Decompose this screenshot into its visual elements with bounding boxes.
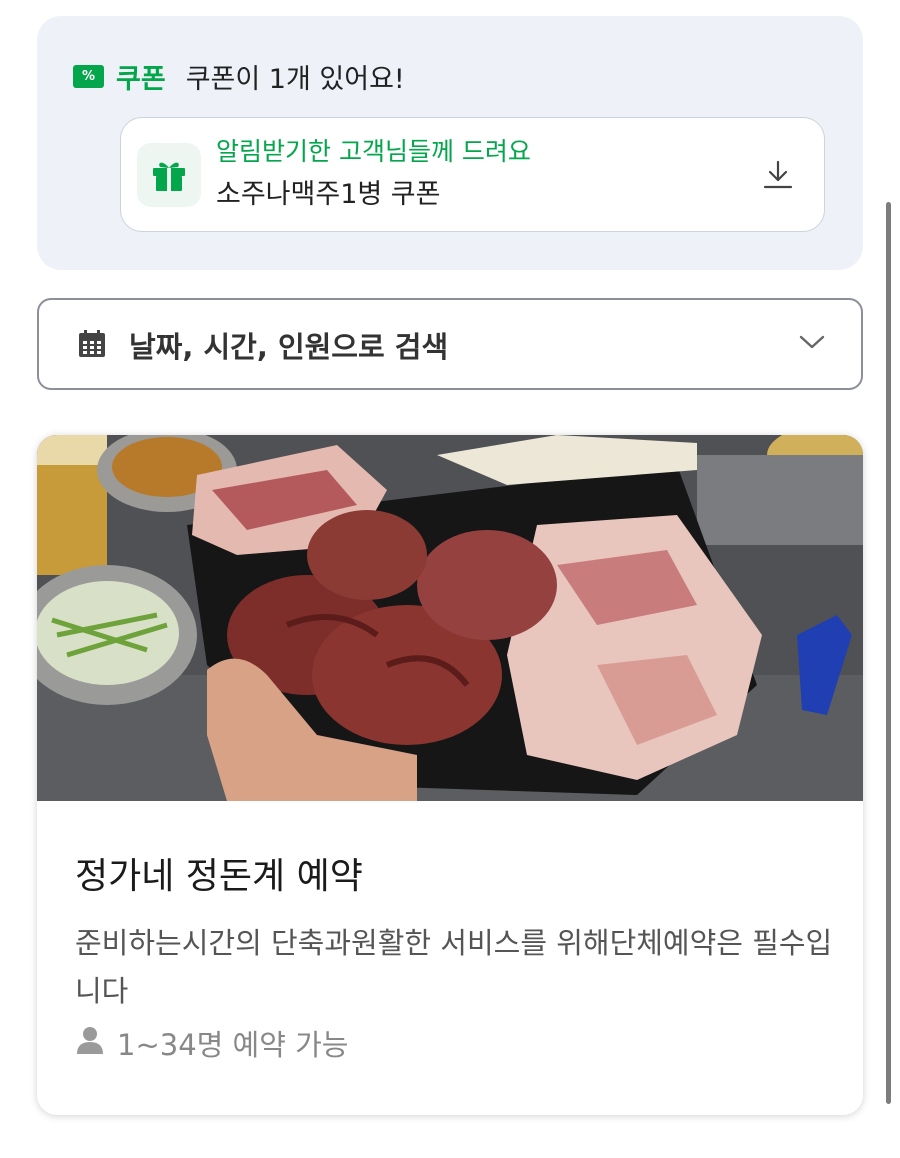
coupon-name: 소주나맥주1병 쿠폰	[216, 179, 441, 210]
calendar-icon	[77, 329, 107, 363]
date-time-party-search[interactable]: 날짜, 시간, 인원으로 검색	[37, 298, 863, 390]
booking-card[interactable]: 정가네 정돈계 예약 준비하는시간의 단축과원활한 서비스를 위해단체예약은 필…	[37, 435, 863, 1115]
booking-description: 준비하는시간의 단축과원활한 서비스를 위해단체예약은 필수입니다	[75, 926, 833, 1008]
search-label: 날짜, 시간, 인원으로 검색	[129, 330, 449, 364]
download-icon[interactable]	[762, 158, 794, 194]
coupon-count-text: 쿠폰이 1개 있어요!	[185, 63, 405, 95]
coupon-section-label: 쿠폰	[116, 63, 166, 95]
capacity-text: 1~34명 예약 가능	[117, 1028, 349, 1062]
booking-capacity: 1~34명 예약 가능	[75, 1023, 349, 1063]
coupon-panel: % 쿠폰 쿠폰이 1개 있어요! 알림받기한 고객님들께 드려요 소주나맥주1병…	[37, 16, 863, 270]
gift-icon	[137, 143, 201, 207]
coupon-header: % 쿠폰 쿠폰이 1개 있어요!	[73, 56, 405, 96]
scrollbar[interactable]	[886, 202, 891, 1104]
person-icon	[75, 1025, 105, 1062]
coupon-item-card[interactable]: 알림받기한 고객님들께 드려요 소주나맥주1병 쿠폰	[120, 117, 825, 232]
coupon-subtitle: 알림받기한 고객님들께 드려요	[216, 137, 531, 166]
percent-coupon-icon: %	[73, 64, 104, 88]
booking-title: 정가네 정돈계 예약	[75, 856, 363, 897]
grilled-pork-platter-photo	[37, 435, 863, 801]
chevron-down-icon	[799, 334, 825, 354]
